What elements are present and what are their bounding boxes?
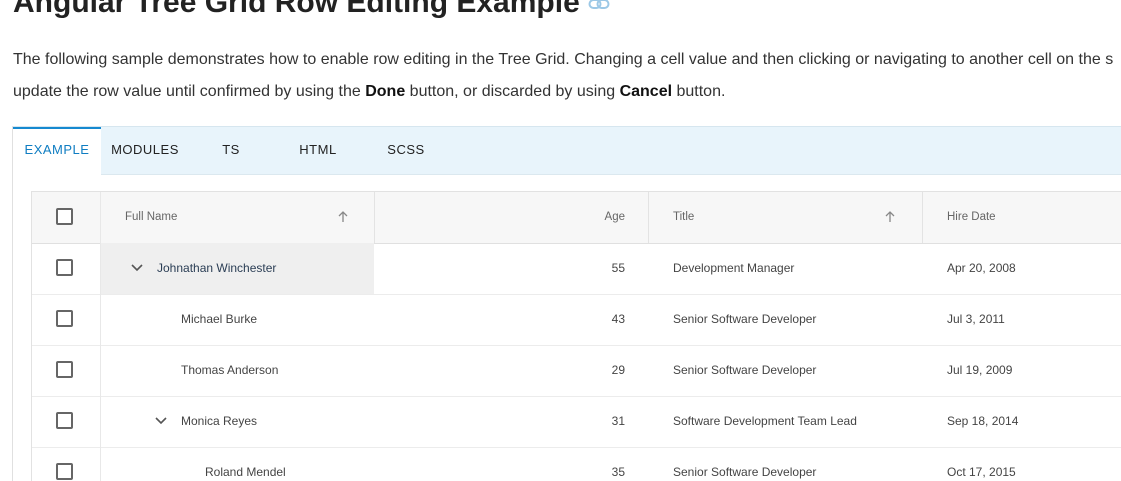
row-checkbox[interactable] [56, 259, 73, 276]
tab-bar: EXAMPLE MODULES TS HTML SCSS [13, 127, 1121, 176]
tree-grid: Full Name Age Title Hire Date Johnathan … [31, 191, 1121, 481]
row-select-cell [32, 447, 101, 481]
chevron-down-icon[interactable] [155, 416, 167, 426]
tab-scss[interactable]: SCSS [383, 127, 429, 174]
page-title: Angular Tree Grid Row Editing Example [13, 0, 610, 21]
row-checkbox[interactable] [56, 412, 73, 429]
description: The following sample demonstrates how to… [13, 44, 1121, 108]
table-row[interactable]: Roland Mendel 35 Senior Software Develop… [32, 447, 1121, 481]
column-divider[interactable] [922, 192, 923, 243]
row-checkbox[interactable] [56, 361, 73, 378]
full-name-cell[interactable]: Roland Mendel [205, 447, 286, 481]
grid-header: Full Name Age Title Hire Date [32, 192, 1121, 244]
table-row[interactable]: Michael Burke 43 Senior Software Develop… [32, 294, 1121, 346]
title-cell[interactable]: Senior Software Developer [673, 345, 816, 396]
title-cell[interactable]: Development Manager [673, 243, 794, 294]
table-row[interactable]: Monica Reyes 31 Software Development Tea… [32, 396, 1121, 448]
column-divider[interactable] [648, 192, 649, 243]
tab-example[interactable]: EXAMPLE [13, 127, 101, 176]
cancel-keyword: Cancel [619, 83, 673, 100]
full-name-cell[interactable]: Monica Reyes [181, 396, 257, 447]
description-line-1: The following sample demonstrates how to… [13, 51, 1114, 68]
header-hire-date[interactable]: Hire Date [947, 192, 996, 243]
sort-asc-icon[interactable] [337, 210, 349, 224]
column-divider[interactable] [374, 192, 375, 243]
header-full-name[interactable]: Full Name [125, 192, 177, 243]
hire-date-cell[interactable]: Jul 3, 2011 [947, 294, 1005, 345]
age-cell[interactable]: 29 [585, 345, 625, 396]
row-select-cell [32, 294, 101, 345]
page-title-text: Angular Tree Grid Row Editing Example [13, 0, 580, 19]
table-row[interactable]: Thomas Anderson 29 Senior Software Devel… [32, 345, 1121, 397]
title-cell[interactable]: Senior Software Developer [673, 447, 816, 481]
sample-container: EXAMPLE MODULES TS HTML SCSS Full Name A… [12, 126, 1121, 481]
age-cell[interactable]: 31 [585, 396, 625, 447]
chevron-down-icon[interactable] [131, 263, 143, 273]
description-text: update the row value until confirmed by … [13, 83, 366, 100]
tab-html[interactable]: HTML [293, 127, 343, 174]
age-cell[interactable]: 43 [585, 294, 625, 345]
full-name-cell[interactable]: Johnathan Winchester [157, 243, 276, 294]
age-cell[interactable]: 35 [585, 447, 625, 481]
link-icon[interactable] [588, 0, 610, 18]
title-cell[interactable]: Software Development Team Lead [673, 396, 857, 447]
header-age[interactable]: Age [585, 192, 625, 243]
header-select-cell [32, 192, 101, 243]
row-checkbox[interactable] [56, 463, 73, 480]
description-line-2: update the row value until confirmed by … [13, 76, 1121, 108]
age-cell[interactable]: 55 [585, 243, 625, 294]
row-checkbox[interactable] [56, 310, 73, 327]
tab-ts[interactable]: TS [211, 127, 251, 174]
title-cell[interactable]: Senior Software Developer [673, 294, 816, 345]
sort-asc-icon[interactable] [884, 210, 896, 224]
select-all-checkbox[interactable] [56, 208, 73, 225]
row-select-cell [32, 345, 101, 396]
done-keyword: Done [365, 83, 406, 100]
description-text: button, or discarded by using [405, 83, 620, 100]
hire-date-cell[interactable]: Jul 19, 2009 [947, 345, 1012, 396]
hire-date-cell[interactable]: Sep 18, 2014 [947, 396, 1018, 447]
header-title[interactable]: Title [673, 192, 694, 243]
description-text: button. [672, 83, 726, 100]
tab-modules[interactable]: MODULES [101, 127, 189, 174]
row-select-cell [32, 243, 101, 294]
row-select-cell [32, 396, 101, 447]
hire-date-cell[interactable]: Oct 17, 2015 [947, 447, 1016, 481]
full-name-cell[interactable]: Michael Burke [181, 294, 257, 345]
table-row[interactable]: Johnathan Winchester 55 Development Mana… [32, 243, 1121, 295]
hire-date-cell[interactable]: Apr 20, 2008 [947, 243, 1016, 294]
full-name-cell[interactable]: Thomas Anderson [181, 345, 278, 396]
